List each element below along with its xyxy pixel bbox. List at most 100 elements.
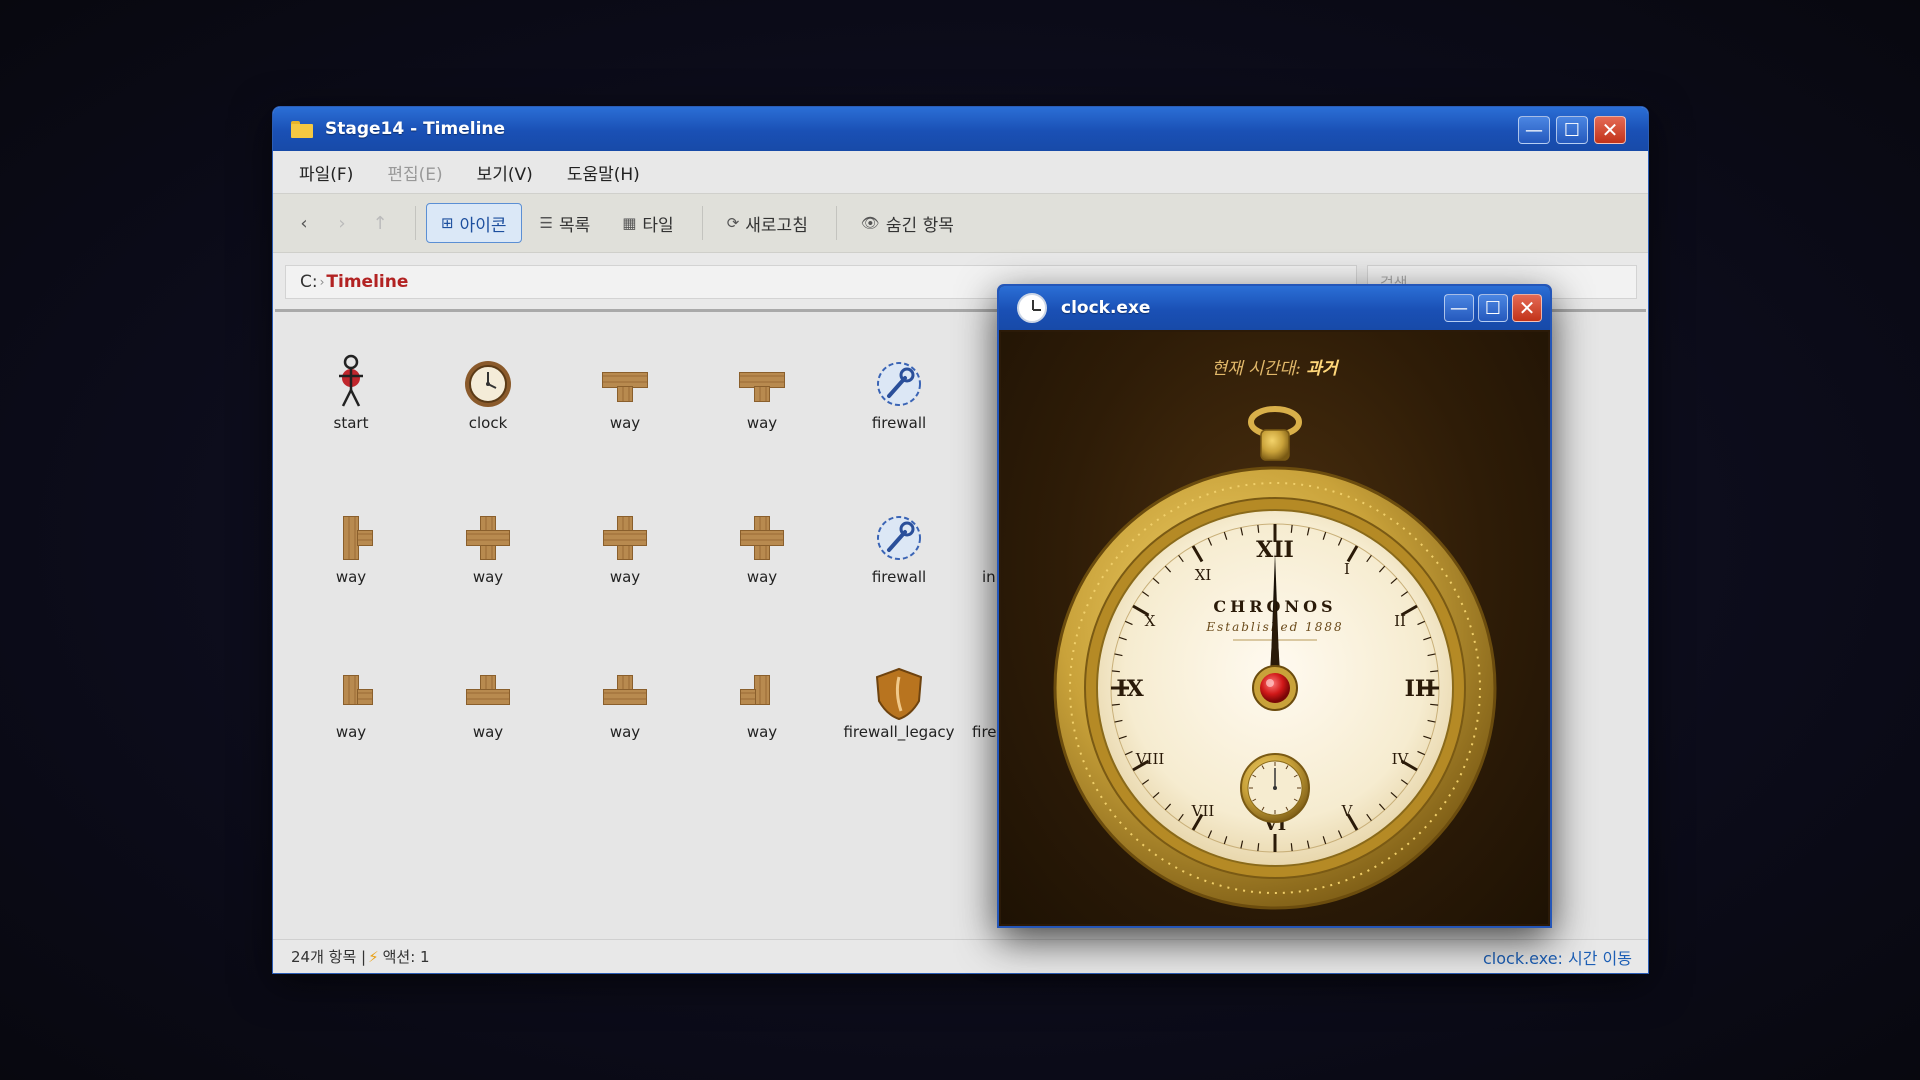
file-label: way <box>746 723 778 741</box>
clock-app-icon <box>1017 293 1047 323</box>
file-item-way[interactable]: way <box>283 504 419 586</box>
file-item-way[interactable]: way <box>557 350 693 432</box>
eye-icon: 👁 <box>860 214 880 232</box>
file-label: firewall <box>871 414 927 432</box>
icon-view-label: 아이콘 <box>459 215 507 236</box>
minute-tick <box>1111 670 1120 673</box>
era-indicator: 현재 시간대: 과거 <box>1001 354 1548 379</box>
up-button[interactable]: ↑ <box>367 213 393 234</box>
refresh-label: 새로고침 <box>745 215 808 236</box>
file-item-firewall[interactable]: firewall <box>831 504 967 586</box>
numeral-ii: II <box>1394 612 1406 630</box>
toolbar-separator <box>835 206 837 240</box>
item-count: 24개 항목 | <box>291 948 367 966</box>
wood-tee-down-icon <box>694 350 830 414</box>
numeral-viii: VIII <box>1135 750 1165 768</box>
clock-close-button[interactable]: ✕ <box>1512 294 1542 322</box>
numeral-iv: IV <box>1392 750 1410 768</box>
pocket-clock-icon <box>420 350 556 414</box>
pocket-watch[interactable]: XII I II III IV V VI VII VIII IX X XI CH… <box>1048 402 1503 912</box>
wood-tee-up-icon <box>420 659 556 723</box>
clock-titlebar[interactable]: clock.exe — ☐ ✕ <box>999 286 1550 330</box>
file-item-way[interactable]: way <box>283 659 419 741</box>
minute-tick <box>1257 524 1260 533</box>
file-label: firewall_legacy <box>843 723 955 741</box>
minute-tick <box>1430 670 1439 673</box>
menu-help[interactable]: 도움말(H) <box>567 160 640 185</box>
file-label: way <box>335 568 367 586</box>
minute-tick <box>1430 703 1439 706</box>
era-label: 현재 시간대: <box>1211 359 1301 379</box>
file-item-way[interactable]: way <box>694 659 830 741</box>
file-label: clock <box>468 414 508 432</box>
address-folder[interactable]: Timeline <box>326 272 408 292</box>
status-bar: 24개 항목 | ⚡ 액션: 1 clock.exe: 시간 이동 <box>273 939 1648 973</box>
refresh-icon: ⟳ <box>726 214 740 232</box>
numeral-i: I <box>1344 560 1350 578</box>
action-count: 액션: 1 <box>382 948 430 966</box>
list-view-label: 목록 <box>558 215 591 236</box>
lightning-icon: ⚡ <box>368 947 379 966</box>
hidden-items-button[interactable]: 👁 숨긴 항목 <box>847 203 968 243</box>
menu-view[interactable]: 보기(V) <box>477 160 533 185</box>
address-drive[interactable]: C: <box>300 272 318 292</box>
back-button[interactable]: ‹ <box>291 213 317 234</box>
menu-edit[interactable]: 편집(E) <box>387 160 442 185</box>
clock-window: clock.exe — ☐ ✕ 현재 시간대: 과거 XII I II III … <box>997 284 1552 928</box>
numeral-vii: VII <box>1191 802 1215 820</box>
shield-icon <box>831 659 967 723</box>
file-item-way[interactable]: way <box>694 350 830 432</box>
numeral-x: X <box>1145 612 1156 630</box>
clock-maximize-button[interactable]: ☐ <box>1478 294 1508 322</box>
list-view-button[interactable]: ☰ 목록 <box>526 203 605 243</box>
clock-minimize-button[interactable]: — <box>1444 294 1474 322</box>
menu-bar: 파일(F) 편집(E) 보기(V) 도움말(H) <box>273 151 1648 193</box>
file-item-start[interactable]: start <box>283 350 419 432</box>
tile-view-button[interactable]: ▦ 타일 <box>608 203 687 243</box>
icon-view-button[interactable]: ⊞ 아이콘 <box>426 203 522 243</box>
window-title: Stage14 - Timeline <box>325 119 506 139</box>
file-item-firewall[interactable]: firewall <box>831 350 967 432</box>
tile-view-label: 타일 <box>642 215 674 236</box>
wood-cross-icon <box>420 504 556 568</box>
watch-crown[interactable] <box>1260 429 1290 461</box>
file-item-way[interactable]: way <box>420 504 556 586</box>
folder-icon <box>291 120 313 138</box>
forward-button[interactable]: › <box>329 213 355 234</box>
wood-corner-left-icon <box>694 659 830 723</box>
clock-window-title: clock.exe <box>1061 298 1151 318</box>
file-item-way[interactable]: way <box>420 659 556 741</box>
wood-tee-down-icon <box>557 350 693 414</box>
toolbar: ‹ › ↑ ⊞ 아이콘 ☰ 목록 ▦ 타일 ⟳ 새로고침 👁 숨긴 항목 <box>273 193 1648 253</box>
file-item-way[interactable]: way <box>557 504 693 586</box>
file-item-firewall-legacy[interactable]: firewall_legacy <box>831 659 967 741</box>
file-label: way <box>746 568 778 586</box>
file-label: start <box>333 414 369 432</box>
tiles-icon: ▦ <box>622 214 637 232</box>
list-icon: ☰ <box>539 214 553 232</box>
explorer-titlebar[interactable]: Stage14 - Timeline — ☐ ✕ <box>273 107 1648 151</box>
wood-cross-icon <box>557 504 693 568</box>
wrench-badge-icon <box>831 350 967 414</box>
file-item-way[interactable]: way <box>694 504 830 586</box>
file-label: way <box>746 414 778 432</box>
menu-file[interactable]: 파일(F) <box>299 160 353 185</box>
minimize-button[interactable]: — <box>1518 116 1550 144</box>
minute-tick <box>1290 843 1293 852</box>
wood-cross-icon <box>694 504 830 568</box>
grid-icon: ⊞ <box>441 214 454 232</box>
numeral-xi: XI <box>1195 566 1212 584</box>
file-label: way <box>335 723 367 741</box>
stick-figure-icon <box>283 350 419 414</box>
era-value: 과거 <box>1306 359 1338 379</box>
numeral-iii: III <box>1405 676 1436 702</box>
file-label: way <box>609 568 641 586</box>
minute-tick <box>1257 843 1260 852</box>
refresh-button[interactable]: ⟳ 새로고침 <box>713 203 822 243</box>
minute-tick <box>1111 703 1120 706</box>
maximize-button[interactable]: ☐ <box>1556 116 1588 144</box>
close-button[interactable]: ✕ <box>1594 116 1626 144</box>
file-item-way[interactable]: way <box>557 659 693 741</box>
file-item-clock[interactable]: clock <box>420 350 556 432</box>
ruby-center <box>1260 673 1290 703</box>
